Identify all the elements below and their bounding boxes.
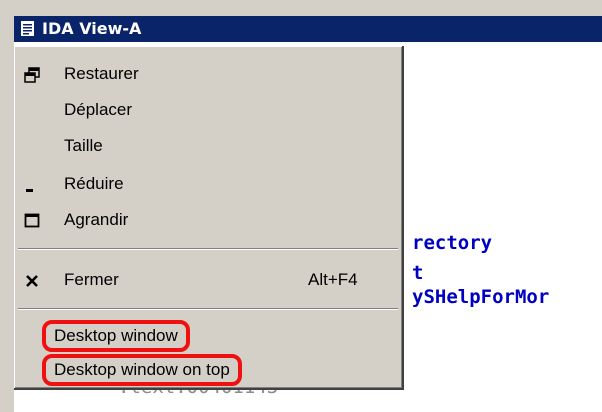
maximize-icon — [24, 213, 40, 229]
system-menu: Restaurer Déplacer Taille Réduire Agrand… — [14, 46, 404, 390]
menu-item-label: Déplacer — [64, 100, 133, 119]
code-line: t — [412, 262, 424, 284]
menu-item-label: Agrandir — [64, 210, 129, 229]
menu-item-label: Restaurer — [64, 64, 139, 83]
menu-item-desktop-window[interactable]: Desktop window — [14, 320, 400, 354]
menu-item-move[interactable]: Déplacer — [14, 94, 400, 128]
window-title: IDA View-A — [42, 19, 142, 38]
menu-item-label: Desktop window — [42, 320, 190, 352]
menu-item-label: Taille — [64, 136, 103, 155]
title-bar-frame: IDA View-A — [0, 0, 602, 46]
menu-item-maximize[interactable]: Agrandir — [14, 204, 400, 238]
menu-item-label: Fermer — [64, 270, 119, 289]
menu-item-minimize[interactable]: Réduire — [14, 168, 400, 202]
close-icon — [24, 273, 40, 289]
menu-item-desktop-window-on-top[interactable]: Desktop window on top — [14, 354, 400, 388]
menu-item-size[interactable]: Taille — [14, 130, 400, 164]
menu-item-label: Desktop window on top — [42, 354, 242, 386]
document-icon[interactable] — [20, 20, 35, 37]
menu-item-restore[interactable]: Restaurer — [14, 58, 400, 92]
menu-separator — [18, 308, 398, 310]
menu-shortcut: Alt+F4 — [308, 270, 358, 289]
minimize-icon — [24, 177, 40, 193]
menu-item-close[interactable]: Fermer Alt+F4 — [14, 264, 400, 298]
menu-separator — [18, 248, 398, 250]
window-title-bar[interactable]: IDA View-A — [14, 16, 602, 42]
menu-item-label: Réduire — [64, 174, 124, 193]
restore-icon — [24, 67, 40, 83]
window-left-border — [0, 46, 14, 412]
code-line: ySHelpForMor — [412, 286, 550, 308]
code-line: rectory — [412, 232, 493, 254]
